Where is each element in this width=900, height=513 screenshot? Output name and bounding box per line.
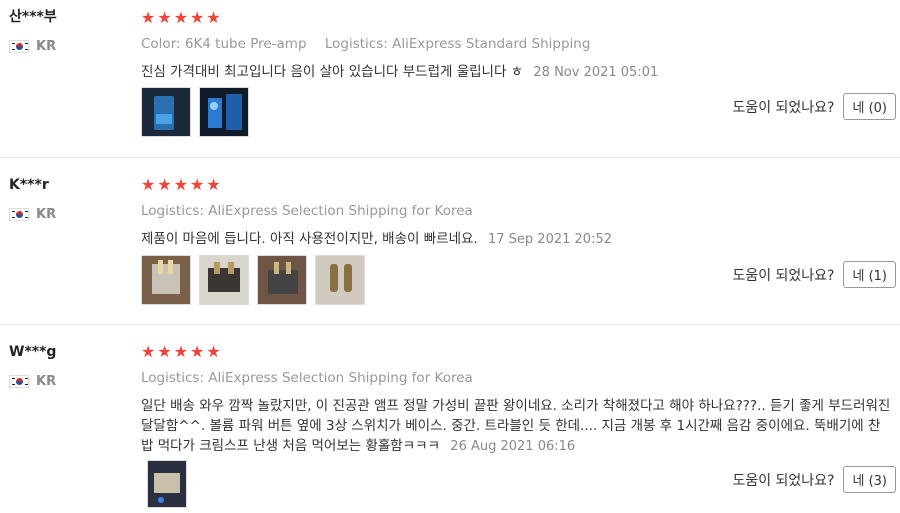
review-body: ★ ★ ★ ★ ★ Logistics: AliExpress Selection Sh… [141, 176, 900, 250]
star-icon: ★ [157, 8, 172, 27]
helpful-vote: 도움이 되었나요? 네 (3) [732, 466, 896, 493]
helpful-yes-button[interactable]: 네 (3) [843, 466, 896, 493]
star-icon: ★ [190, 8, 205, 27]
review-date: 26 Aug 2021 06:16 [450, 439, 576, 454]
review-text: 제품이 마음에 듭니다. 아직 사용전이지만, 배송이 빠르네요. [141, 231, 478, 247]
review-item: K***r KR ★ ★ ★ ★ ★ Logistics: AliExpress Sel… [0, 158, 900, 325]
star-icon: ★ [157, 342, 172, 361]
review-photo-thumbnail[interactable] [257, 255, 307, 305]
star-icon: ★ [206, 175, 221, 194]
review-photo-thumbnail[interactable] [141, 87, 191, 137]
color-label: Color: [141, 36, 181, 52]
star-icon: ★ [173, 175, 189, 194]
logistics-value: AliExpress Standard Shipping [392, 36, 591, 52]
korea-flag-icon [9, 374, 29, 388]
review-photo-thumbnail[interactable] [147, 460, 187, 508]
star-icon: ★ [173, 8, 189, 27]
helpful-yes-button[interactable]: 네 (0) [843, 93, 896, 120]
review-photos [141, 87, 249, 137]
star-icon: ★ [141, 175, 156, 194]
helpful-label: 도움이 되었나요? [732, 99, 835, 116]
country-code: KR [36, 373, 57, 389]
review-photo-thumbnail[interactable] [199, 87, 249, 137]
review-item: 산***부 KR ★ ★ ★ ★ ★ Color: 6K4 tube Pre-amp L… [0, 0, 900, 158]
star-rating: ★ ★ ★ ★ ★ [141, 9, 900, 27]
star-icon: ★ [206, 342, 221, 361]
review-photo-thumbnail[interactable] [315, 255, 365, 305]
review-photo-thumbnail[interactable] [141, 255, 191, 305]
star-icon: ★ [206, 8, 221, 27]
helpful-yes-button[interactable]: 네 (1) [843, 261, 896, 288]
review-meta: Logistics: AliExpress Selection Shipping… [141, 369, 900, 387]
reviewer-info: 산***부 KR [9, 8, 129, 54]
review-meta: Logistics: AliExpress Selection Shipping… [141, 202, 900, 220]
star-icon: ★ [190, 342, 205, 361]
review-meta: Color: 6K4 tube Pre-amp Logistics: AliEx… [141, 35, 900, 53]
review-photos [147, 460, 187, 508]
reviewer-country: KR [9, 373, 129, 389]
country-code: KR [36, 206, 57, 222]
reviewer-info: K***r KR [9, 176, 129, 222]
reviewer-info: W***g KR [9, 343, 129, 389]
helpful-vote: 도움이 되었나요? 네 (1) [732, 261, 896, 288]
review-date: 17 Sep 2021 20:52 [488, 232, 612, 247]
star-icon: ★ [173, 342, 189, 361]
reviewer-name: W***g [9, 344, 57, 360]
reviewer-name: 산***부 [9, 9, 57, 25]
review-text-block: 일단 배송 와우 깜짝 놀랐지만, 이 진공관 앰프 정말 가성비 끝판 왕이네… [141, 396, 891, 457]
star-icon: ★ [141, 342, 156, 361]
logistics-value: AliExpress Selection Shipping for Korea [208, 370, 473, 386]
reviewer-country: KR [9, 38, 129, 54]
country-code: KR [36, 38, 57, 54]
star-icon: ★ [190, 175, 205, 194]
logistics-label: Logistics: [141, 203, 204, 219]
korea-flag-icon [9, 207, 29, 221]
star-icon: ★ [157, 175, 172, 194]
helpful-label: 도움이 되었나요? [732, 267, 835, 284]
review-photos [141, 255, 365, 305]
review-item: W***g KR ★ ★ ★ ★ ★ Logistics: AliExpress Sel… [0, 325, 900, 513]
review-text-block: 제품이 마음에 듭니다. 아직 사용전이지만, 배송이 빠르네요. 17 Sep… [141, 229, 891, 250]
logistics-label: Logistics: [324, 36, 388, 52]
review-text-block: 진심 가격대비 최고입니다 음이 살아 있습니다 부드럽게 울립니다 ㅎ 28 … [141, 62, 891, 83]
helpful-vote: 도움이 되었나요? 네 (0) [732, 93, 896, 120]
review-photo-thumbnail[interactable] [199, 255, 249, 305]
logistics-value: AliExpress Selection Shipping for Korea [208, 203, 473, 219]
reviewer-country: KR [9, 206, 129, 222]
reviewer-name: K***r [9, 177, 49, 193]
korea-flag-icon [9, 39, 29, 53]
helpful-label: 도움이 되었나요? [732, 472, 835, 489]
star-rating: ★ ★ ★ ★ ★ [141, 176, 900, 194]
review-body: ★ ★ ★ ★ ★ Color: 6K4 tube Pre-amp Logistics:… [141, 9, 900, 83]
review-text: 진심 가격대비 최고입니다 음이 살아 있습니다 부드럽게 울립니다 ㅎ [141, 64, 524, 80]
logistics-label: Logistics: [141, 370, 204, 386]
review-body: ★ ★ ★ ★ ★ Logistics: AliExpress Selection Sh… [141, 343, 900, 457]
color-value: 6K4 tube Pre-amp [184, 36, 307, 52]
star-icon: ★ [141, 8, 156, 27]
review-date: 28 Nov 2021 05:01 [533, 65, 659, 80]
star-rating: ★ ★ ★ ★ ★ [141, 343, 900, 361]
